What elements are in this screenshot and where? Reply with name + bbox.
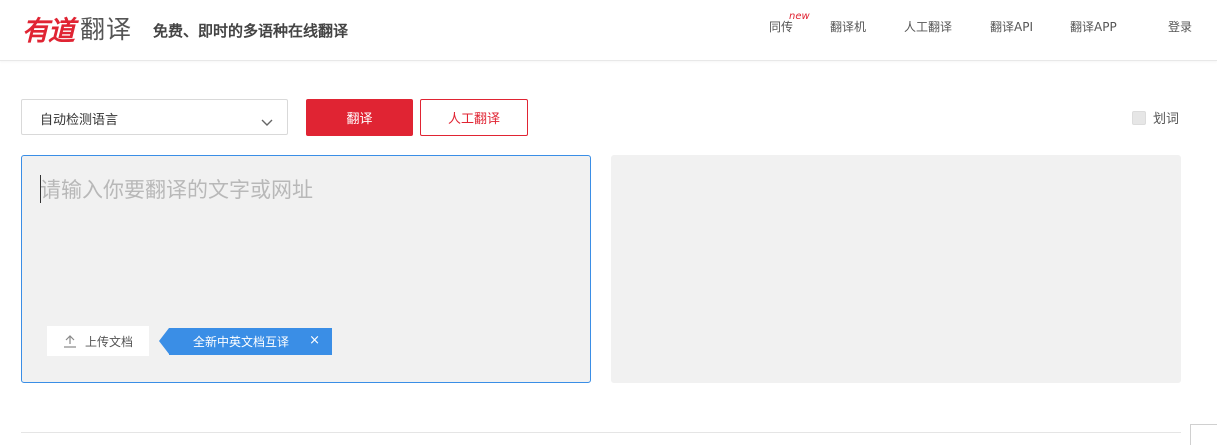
- close-icon[interactable]: ×: [309, 333, 320, 348]
- new-badge: new: [789, 11, 810, 22]
- upload-document-button[interactable]: 上传文档: [47, 326, 149, 356]
- language-select[interactable]: 自动检测语言: [21, 99, 288, 135]
- nav-item-translator-device[interactable]: 翻译机: [830, 18, 866, 35]
- slogan: 免费、即时的多语种在线翻译: [153, 22, 349, 40]
- logo-brand-text: 有道: [22, 15, 75, 47]
- nav-item-translation-app[interactable]: 翻译APP: [1070, 18, 1117, 35]
- source-text-panel: 上传文档 全新中英文档互译 ×: [21, 155, 591, 383]
- word-pick-checkbox[interactable]: [1132, 110, 1146, 125]
- translation-output-panel: [611, 155, 1181, 383]
- top-header: 有道 翻译 免费、即时的多语种在线翻译 同传 new 翻译机 人工翻译 翻译AP…: [0, 0, 1217, 61]
- source-text-input[interactable]: [40, 174, 570, 314]
- youdao-logo[interactable]: 有道 翻译: [22, 8, 132, 48]
- section-divider: [21, 432, 1181, 433]
- word-pick-toggle[interactable]: 划词: [1132, 108, 1179, 127]
- document-translate-promo[interactable]: 全新中英文档互译 ×: [159, 328, 332, 355]
- language-select-value: 自动检测语言: [40, 113, 119, 128]
- nav-item-human-translation[interactable]: 人工翻译: [904, 18, 952, 35]
- promo-text: 全新中英文档互译: [193, 335, 290, 349]
- human-translate-button[interactable]: 人工翻译: [420, 99, 528, 136]
- nav-item-login[interactable]: 登录: [1168, 18, 1192, 35]
- nav-item-simultaneous[interactable]: 同传 new: [769, 11, 810, 35]
- upload-icon: [63, 335, 76, 348]
- word-pick-label: 划词: [1153, 112, 1180, 127]
- text-cursor: [40, 175, 41, 203]
- translate-button[interactable]: 翻译: [306, 99, 413, 136]
- nav-item-translation-api[interactable]: 翻译API: [990, 18, 1033, 35]
- nav-item-label: 同传: [769, 20, 794, 34]
- floating-widget[interactable]: [1190, 424, 1217, 445]
- logo-product-text: 翻译: [80, 15, 133, 44]
- upload-document-label: 上传文档: [84, 334, 133, 349]
- chevron-down-icon: [261, 112, 273, 131]
